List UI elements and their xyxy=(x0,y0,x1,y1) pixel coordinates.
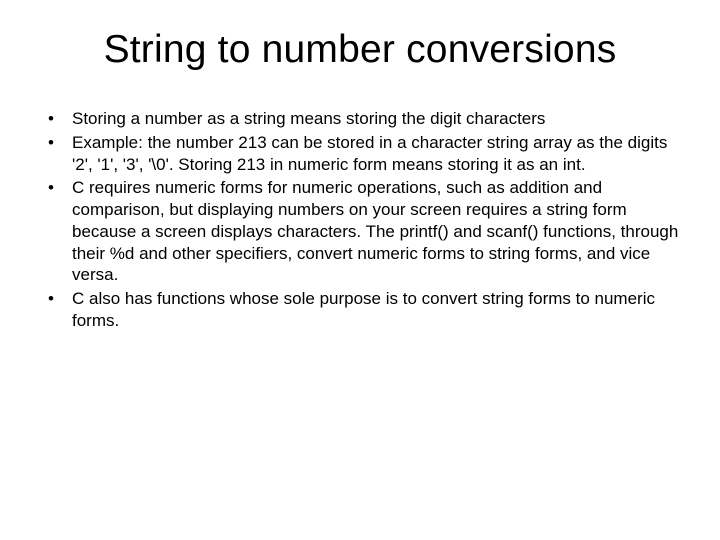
bullet-list: Storing a number as a string means stori… xyxy=(40,108,680,332)
slide-title: String to number conversions xyxy=(40,28,680,72)
slide: String to number conversions Storing a n… xyxy=(0,0,720,540)
list-item: Example: the number 213 can be stored in… xyxy=(40,132,680,176)
list-item: C also has functions whose sole purpose … xyxy=(40,288,680,332)
list-item: Storing a number as a string means stori… xyxy=(40,108,680,130)
list-item: C requires numeric forms for numeric ope… xyxy=(40,177,680,286)
